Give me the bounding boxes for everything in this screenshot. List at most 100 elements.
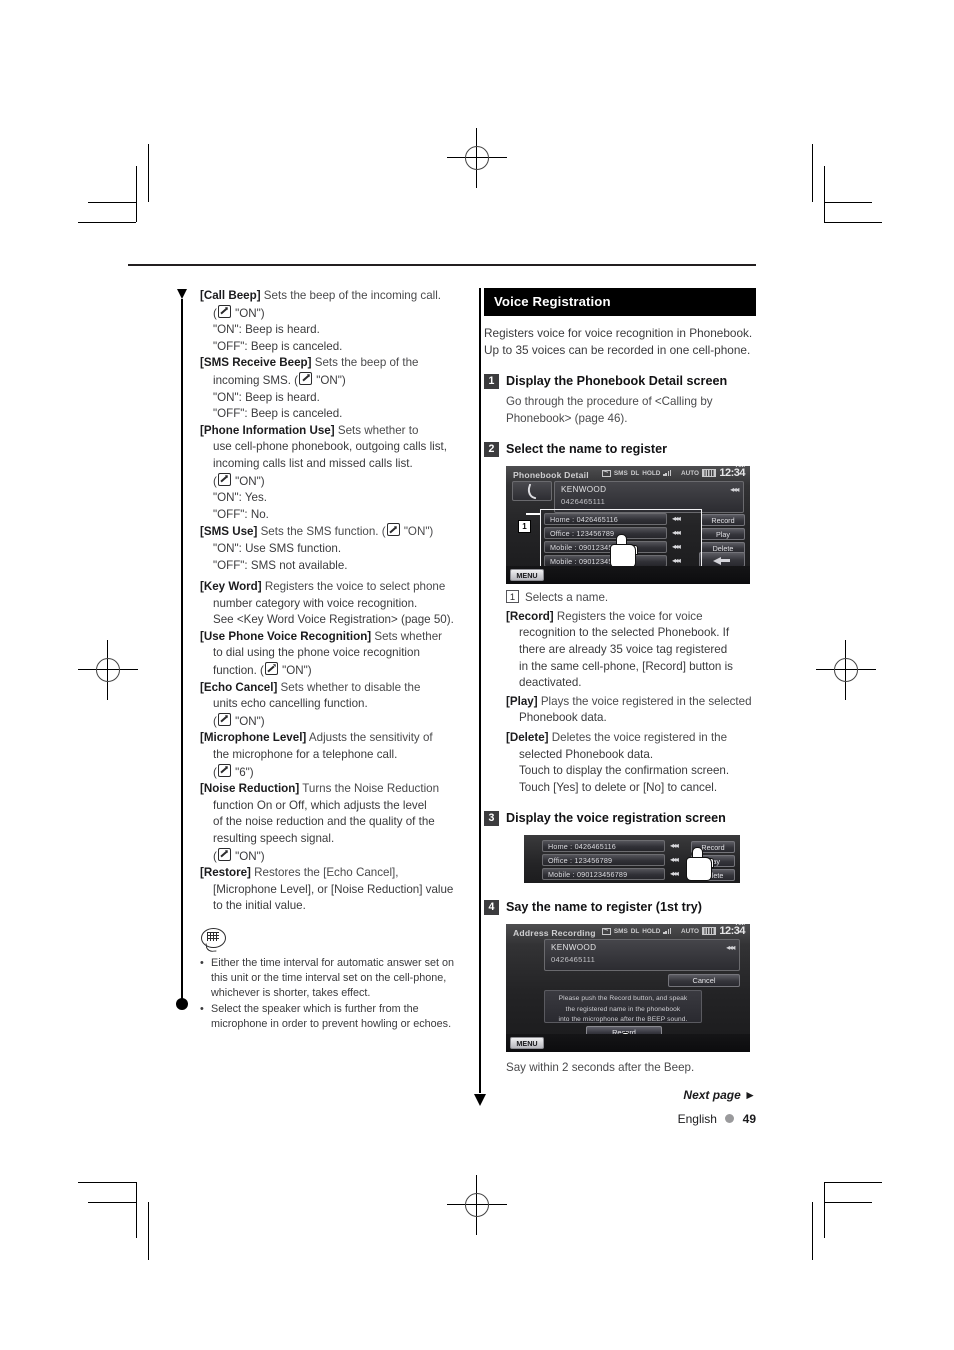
button-desc-delete: [Delete] Deletes the voice registered in… bbox=[484, 730, 756, 796]
setting-entry: [Echo Cancel] Sets whether to disable th… bbox=[200, 680, 462, 731]
setting-line: [Microphone Level], or [Noise Reduction]… bbox=[213, 882, 454, 896]
setting-desc: Registers the voice to select phone bbox=[264, 580, 446, 594]
status-auto: AUTO bbox=[681, 927, 699, 935]
step-4-header: 4 Say the name to register (1st try) bbox=[484, 899, 756, 916]
setting-line: number category with voice recognition. bbox=[213, 596, 418, 610]
setting-line: the microphone for a telephone call. bbox=[213, 748, 398, 762]
contact-header-box: KENWOOD 0426465111 ◂◂◂ bbox=[544, 939, 740, 972]
step-1-body: Go through the procedure of <Calling by … bbox=[506, 395, 713, 425]
status-hold: HOLD bbox=[642, 469, 661, 477]
setting-line: See <Key Word Voice Registration> (page … bbox=[213, 613, 454, 627]
button-line: Touch [Yes] to delete or [No] to cancel. bbox=[519, 780, 718, 794]
menu-button[interactable]: MENU bbox=[510, 1037, 544, 1050]
right-column: Voice Registration Registers voice for v… bbox=[484, 288, 756, 1077]
pencil-icon bbox=[217, 847, 231, 861]
contact-name: KENWOOD bbox=[551, 943, 597, 953]
step-title: Select the name to register bbox=[506, 442, 667, 457]
page-footer: English 49 bbox=[484, 1112, 756, 1126]
battery-icon bbox=[702, 927, 716, 936]
pencil-icon bbox=[217, 304, 231, 318]
footer-page-number: 49 bbox=[742, 1112, 756, 1126]
setting-line: function On or Off, which adjusts the le… bbox=[213, 798, 427, 812]
device-screen-title: Phonebook Detail bbox=[513, 470, 589, 481]
notes-list: • Either the time interval for automatic … bbox=[200, 956, 462, 1032]
setting-desc: Sets whether to disable the bbox=[280, 680, 421, 694]
callout-text: Selects a name. bbox=[525, 591, 609, 605]
setting-entry: [Noise Reduction] Turns the Noise Reduct… bbox=[200, 781, 462, 865]
device-clock: 12:34 bbox=[719, 925, 745, 938]
button-line: selected Phonebook data. bbox=[519, 747, 654, 761]
setting-line: of the noise reduction and the quality o… bbox=[213, 815, 435, 829]
note-item: • Either the time interval for automatic … bbox=[200, 956, 455, 1000]
record-button[interactable]: Record bbox=[701, 514, 745, 527]
back-button[interactable] bbox=[699, 552, 745, 568]
menu-button[interactable]: MENU bbox=[510, 569, 544, 582]
step-number: 2 bbox=[484, 442, 499, 458]
row-arrow-icon: ◂◂◂ bbox=[670, 841, 679, 851]
button-term: [Delete] bbox=[506, 730, 549, 744]
setting-term: [SMS Receive Beep] bbox=[200, 356, 312, 370]
status-hold: HOLD bbox=[642, 927, 661, 935]
setting-desc: Sets the SMS function. ( "ON") bbox=[260, 523, 434, 539]
button-line: deactivated. bbox=[519, 676, 582, 690]
button-desc: Deletes the voice registered in the bbox=[551, 730, 728, 744]
next-page-link[interactable]: Next page ► bbox=[484, 1088, 756, 1102]
setting-desc: Sets whether to bbox=[337, 423, 419, 437]
registration-mark-top bbox=[447, 128, 507, 188]
phonebook-row[interactable]: Home : 0426465116 bbox=[542, 840, 665, 853]
section-header: Voice Registration bbox=[484, 288, 756, 316]
phone-handset-icon bbox=[512, 481, 552, 502]
setting-line: "OFF": Beep is canceled. bbox=[213, 339, 343, 353]
setting-term: [Noise Reduction] bbox=[200, 782, 300, 796]
phonebook-row[interactable]: Office : 123456789 bbox=[542, 854, 665, 867]
row-arrow-icon: ◂◂◂ bbox=[670, 855, 679, 865]
setting-line: ( "ON") bbox=[213, 472, 265, 488]
status-sms: SMS bbox=[613, 927, 628, 935]
left-column: [Call Beep] Sets the beep of the incomin… bbox=[200, 288, 462, 1032]
recording-instruction-message: Please push the Record button, and speak… bbox=[544, 990, 702, 1024]
step-1-header: 1 Display the Phonebook Detail screen bbox=[484, 373, 756, 390]
button-line: recognition to the selected Phonebook. I… bbox=[519, 626, 730, 640]
contact-name: KENWOOD bbox=[561, 485, 607, 495]
device-screenshot-address-recording: Address Recording SMS DL HOLD AUTO AM 12… bbox=[506, 924, 750, 1053]
button-desc: Registers the voice for voice bbox=[556, 609, 703, 623]
signal-bars-icon bbox=[663, 470, 671, 477]
status-auto: AUTO bbox=[681, 469, 699, 477]
button-line: there are already 35 voice tag registere… bbox=[519, 642, 728, 656]
setting-desc: Turns the Noise Reduction bbox=[302, 782, 440, 796]
setting-entry: [Restore] Restores the [Echo Cancel], [M… bbox=[200, 865, 462, 915]
button-desc-play: [Play] Plays the voice registered in the… bbox=[484, 694, 756, 727]
setting-entry: [SMS Use] Sets the SMS function. ( "ON")… bbox=[200, 523, 462, 574]
setting-term: [Use Phone Voice Recognition] bbox=[200, 629, 372, 643]
step-2-callout-list: 1 Selects a name. bbox=[484, 590, 756, 607]
note-text: Select the speaker which is further from… bbox=[211, 1002, 452, 1030]
play-button[interactable]: Play bbox=[701, 528, 745, 541]
setting-term: [Phone Information Use] bbox=[200, 423, 335, 437]
note-item: • Select the speaker which is further fro… bbox=[200, 1002, 452, 1030]
step-title: Display the Phonebook Detail screen bbox=[506, 374, 728, 388]
button-line: Touch to display the confirmation screen… bbox=[519, 764, 730, 778]
setting-desc: Adjusts the sensitivity of bbox=[308, 731, 433, 745]
device-screenshot-voice-registration: Home : 0426465116 ◂◂◂ Office : 123456789 ◂… bbox=[524, 835, 740, 884]
footer-dot-icon bbox=[725, 1114, 735, 1123]
cancel-button[interactable]: Cancel bbox=[668, 974, 740, 988]
hand-cursor-icon bbox=[610, 534, 640, 569]
message-line: the registered name in the phonebook bbox=[565, 1005, 681, 1013]
setting-entry: [SMS Receive Beep] Sets the beep of the … bbox=[200, 355, 462, 422]
setting-line: incoming calls list and missed calls lis… bbox=[213, 456, 413, 470]
message-line: Please push the Record button, and speak bbox=[558, 995, 688, 1003]
crop-mark-top-right bbox=[812, 144, 932, 264]
next-page-label: Next page bbox=[683, 1088, 741, 1102]
step-3-header: 3 Display the voice registration screen bbox=[484, 810, 756, 827]
step-title: Say the name to register (1st try) bbox=[506, 900, 702, 915]
setting-line: "ON": Beep is heard. bbox=[213, 323, 320, 337]
status-sms: SMS bbox=[613, 469, 628, 477]
setting-term: [Echo Cancel] bbox=[200, 680, 278, 694]
setting-desc: Sets the beep of the incoming call. bbox=[263, 289, 442, 302]
setting-line: ( "ON") bbox=[213, 847, 265, 863]
setting-entry: [Key Word] Registers the voice to select… bbox=[200, 579, 462, 629]
setting-term: [Call Beep] bbox=[200, 289, 261, 302]
button-desc: Plays the voice registered in the select… bbox=[540, 694, 752, 708]
signal-bars-icon bbox=[663, 928, 671, 935]
phonebook-row[interactable]: Mobile : 090123456789 bbox=[542, 868, 665, 881]
